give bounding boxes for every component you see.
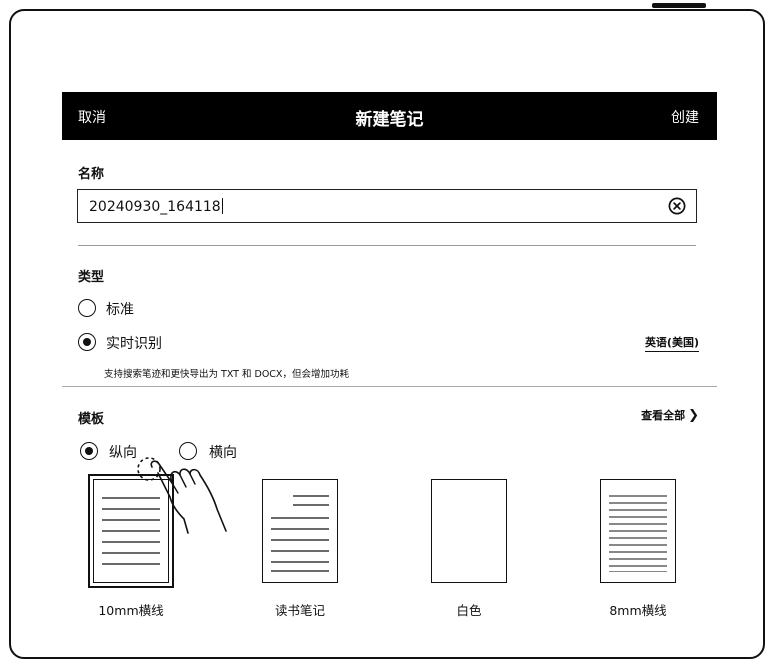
dialog-titlebar: 取消 新建笔记 创建 bbox=[62, 92, 717, 140]
type-section-label: 类型 bbox=[78, 270, 105, 285]
view-all-label: 查看全部 bbox=[641, 409, 686, 422]
reading-notes-page-icon bbox=[271, 495, 329, 572]
orientation-portrait-radio[interactable] bbox=[80, 442, 98, 460]
template-section-label: 模板 bbox=[78, 412, 105, 427]
view-all-templates-button[interactable]: 查看全部 ❯ bbox=[641, 407, 699, 423]
recognition-language-link[interactable]: 英语(美国) bbox=[644, 334, 699, 352]
template-label: 白色 bbox=[456, 603, 482, 618]
note-name-value: 20240930_164118 bbox=[89, 199, 221, 215]
new-note-dialog: 取消 新建笔记 创建 名称 20240930_164118 类型 标准 实时识别… bbox=[62, 92, 717, 633]
template-8mm-lines[interactable] bbox=[600, 479, 676, 583]
template-label: 10mm横线 bbox=[98, 603, 164, 618]
name-section-label: 名称 bbox=[78, 167, 105, 182]
create-button[interactable]: 创建 bbox=[671, 107, 699, 127]
dialog-title: 新建笔记 bbox=[355, 110, 424, 130]
type-realtime-label[interactable]: 实时识别 bbox=[106, 333, 162, 353]
note-name-input[interactable]: 20240930_164118 bbox=[77, 189, 697, 223]
lined-page-icon bbox=[609, 495, 667, 572]
clear-icon[interactable] bbox=[668, 197, 686, 215]
template-reading-notes[interactable] bbox=[262, 479, 338, 583]
text-caret bbox=[221, 198, 223, 214]
type-realtime-radio[interactable] bbox=[78, 333, 96, 351]
realtime-description: 支持搜索笔迹和更快导出为 TXT 和 DOCX，但会增加功耗 bbox=[104, 369, 349, 380]
section-divider bbox=[78, 245, 696, 246]
chevron-right-icon: ❯ bbox=[688, 408, 699, 423]
type-standard-label[interactable]: 标准 bbox=[106, 299, 134, 319]
template-blank[interactable] bbox=[431, 479, 507, 583]
type-standard-radio[interactable] bbox=[78, 299, 96, 317]
tap-hand-icon bbox=[137, 457, 227, 534]
template-label: 8mm横线 bbox=[609, 603, 667, 618]
device-power-button bbox=[652, 3, 706, 8]
template-label: 读书笔记 bbox=[274, 603, 325, 618]
